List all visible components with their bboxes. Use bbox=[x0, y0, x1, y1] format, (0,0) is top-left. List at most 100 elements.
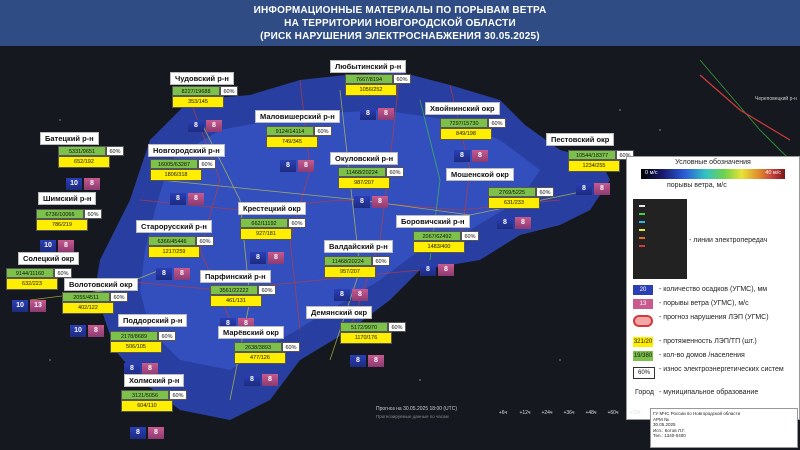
houses-population: 2055/4511 bbox=[62, 292, 110, 302]
district-card-starorussky[interactable]: 6366/45446 60% 1217/259 bbox=[148, 236, 214, 258]
district-badges-batetsky: 10 8 bbox=[66, 178, 100, 190]
district-name-parfinsky: Парфинский р-н bbox=[200, 270, 271, 283]
rain-badge: 10 bbox=[12, 300, 28, 312]
wear-text: - износ электроэнергетических систем bbox=[659, 366, 784, 373]
length-text: - протяженность ЛЭП/ТП (шт.) bbox=[659, 338, 757, 345]
wear-percent: 60% bbox=[314, 126, 332, 136]
wear-percent: 60% bbox=[282, 342, 300, 352]
district-card-pestovsky[interactable]: 10544/18377 60% 1234/255 bbox=[568, 150, 634, 172]
houses-population: 662/11192 bbox=[240, 218, 288, 228]
length-swatch: 321/20 bbox=[633, 337, 653, 347]
forecast-timeline[interactable]: Прогноз на 30.05.2025 18:00 (UTC) Прогно… bbox=[376, 406, 641, 426]
wear-percent: 60% bbox=[461, 231, 479, 241]
district-card-poddorsky[interactable]: 2178/8689 60% 506/105 bbox=[110, 331, 176, 353]
district-badges-kholmsky: 88 bbox=[130, 427, 164, 439]
district-card-kholmsky[interactable]: 3121/5056 60% 604/110 bbox=[121, 390, 187, 412]
wind-badge: 8 bbox=[88, 325, 104, 337]
houses-population: 3121/5056 bbox=[121, 390, 169, 400]
wind-badge: 8 bbox=[148, 427, 164, 439]
wind-badge: 8 bbox=[594, 183, 610, 195]
district-card-borovichsky[interactable]: 2067/62492 60% 1483/400 bbox=[413, 231, 479, 253]
district-card-okulovsky[interactable]: 11468/20224 60% 987/207 bbox=[338, 167, 404, 189]
wind-badge: 8 bbox=[515, 217, 531, 229]
info-box: ГУ МЧС России по Новгородской области АР… bbox=[650, 408, 798, 448]
line-length: 632/223 bbox=[6, 278, 58, 290]
wind-badge: 8 bbox=[84, 178, 100, 190]
district-name-poddorsky: Поддорский р-н bbox=[118, 314, 188, 327]
district-card-khvoyninsky[interactable]: 7297/15730 60% 849/198 bbox=[440, 118, 506, 140]
district-name-shimsky: Шимский р-н bbox=[38, 192, 97, 205]
district-card-lyubytinsky[interactable]: 7667/8194 60% 1056/252 bbox=[345, 74, 411, 96]
rain-badge: 10 bbox=[40, 240, 56, 252]
header-banner: ИНФОРМАЦИОННЫЕ МАТЕРИАЛЫ ПО ПОРЫВАМ ВЕТР… bbox=[0, 0, 800, 46]
rain-badge: 10 bbox=[66, 178, 82, 190]
houses-population: 5331/9651 bbox=[58, 146, 106, 156]
scale-min-label: 0 м/с bbox=[645, 170, 658, 176]
timeline-step[interactable]: +60ч bbox=[604, 410, 622, 416]
district-card-soletsky[interactable]: 9144/11160 60% 632/223 bbox=[6, 268, 72, 290]
rain-badge: 8 bbox=[250, 252, 266, 264]
wind-text: - порывы ветра (УГМС), м/с bbox=[659, 300, 749, 307]
rain-badge: 10 bbox=[70, 325, 86, 337]
line-length: 1806/318 bbox=[150, 169, 202, 181]
houses-population: 9144/11160 bbox=[6, 268, 54, 278]
power-line-swatch bbox=[639, 205, 645, 207]
timeline-step[interactable]: +48ч bbox=[582, 410, 600, 416]
district-name-demyansky: Демянский окр bbox=[306, 306, 373, 319]
wind-badge: 8 bbox=[188, 193, 204, 205]
houses-population: 6366/45446 bbox=[148, 236, 196, 246]
line-length: 353/145 bbox=[172, 96, 224, 108]
district-name-soletsky: Солецкий окр bbox=[18, 252, 80, 265]
district-card-demyansky[interactable]: 5172/9970 60% 1170/176 bbox=[340, 322, 406, 344]
header-title-line2: НА ТЕРРИТОРИИ НОВГОРОДСКОЙ ОБЛАСТИ bbox=[284, 18, 516, 29]
line-length: 652/192 bbox=[58, 156, 110, 168]
power-lines-text: - линии электропередач bbox=[689, 237, 768, 244]
district-card-shimsky[interactable]: 6736/10066 60% 786/219 bbox=[36, 209, 102, 231]
houses-population: 6736/10066 bbox=[36, 209, 84, 219]
district-card-novgorodsky[interactable]: 16005/63287 60% 1806/318 bbox=[150, 159, 216, 181]
houses-population: 3561/22222 bbox=[210, 285, 258, 295]
district-name-kholmsky: Холмский р-н bbox=[124, 374, 185, 387]
legend-panel: Условные обозначения 0 м/с 40 м/с порывы… bbox=[626, 156, 800, 420]
wind-badge: 8 bbox=[298, 160, 314, 172]
district-card-valdaysky[interactable]: 11468/20224 60% 957/207 bbox=[324, 256, 390, 278]
district-card-parfinsky[interactable]: 3561/22222 60% 461/131 bbox=[210, 285, 276, 307]
houses-population: 9124/14114 bbox=[266, 126, 314, 136]
district-badges-demyansky: 88 bbox=[350, 355, 384, 367]
district-card-batetsky[interactable]: 5331/9651 60% 652/192 bbox=[58, 146, 124, 168]
timeline-step[interactable]: +24ч bbox=[538, 410, 556, 416]
district-badges-novgorodsky: 88 bbox=[170, 193, 204, 205]
timeline-step[interactable]: +12ч bbox=[516, 410, 534, 416]
wear-percent: 60% bbox=[110, 292, 128, 302]
line-length: 786/219 bbox=[36, 219, 88, 231]
timeline-steps: +6ч +12ч +24ч +36ч +48ч +60ч +72ч bbox=[494, 410, 644, 416]
rain-badge: 8 bbox=[354, 196, 370, 208]
district-card-moshenskoy[interactable]: 2769/5225 60% 631/233 bbox=[488, 187, 554, 209]
wind-badge: 8 bbox=[352, 289, 368, 301]
houses-population: 16005/63287 bbox=[150, 159, 198, 169]
district-badges-maryovsky: 88 bbox=[244, 374, 278, 386]
district-card-maryovsky[interactable]: 2638/3893 60% 477/126 bbox=[234, 342, 300, 364]
wear-percent: 60% bbox=[54, 268, 72, 278]
district-card-krestetsky[interactable]: 662/11192 60% 927/181 bbox=[240, 218, 306, 240]
timeline-step[interactable]: +6ч bbox=[494, 410, 512, 416]
timeline-step[interactable]: +36ч bbox=[560, 410, 578, 416]
district-card-malovishersky[interactable]: 9124/14114 60% 749/345 bbox=[266, 126, 332, 148]
wear-percent: 60% bbox=[372, 256, 390, 266]
district-badges-lyubytinsky: 88 bbox=[360, 108, 394, 120]
wear-percent: 60% bbox=[388, 322, 406, 332]
line-length: 749/345 bbox=[266, 136, 318, 148]
houses-population: 11468/20224 bbox=[324, 256, 372, 266]
district-card-volotovsky[interactable]: 2055/4511 60% 402/122 bbox=[62, 292, 128, 314]
line-length: 1170/176 bbox=[340, 332, 392, 344]
wear-percent: 60% bbox=[258, 285, 276, 295]
line-length: 604/110 bbox=[121, 400, 173, 412]
risk-swatch bbox=[633, 315, 653, 327]
timeline-step[interactable]: +72ч bbox=[626, 410, 644, 416]
district-card-chudovsky[interactable]: 8227/19688 60% 353/145 bbox=[172, 86, 238, 108]
district-name-pestovsky: Пестовский окр bbox=[546, 133, 615, 146]
line-length: 1234/255 bbox=[568, 160, 620, 172]
wear-percent: 60% bbox=[488, 118, 506, 128]
district-name-krestetsky: Крестецкий окр bbox=[238, 202, 306, 215]
wind-badge: 8 bbox=[174, 268, 190, 280]
